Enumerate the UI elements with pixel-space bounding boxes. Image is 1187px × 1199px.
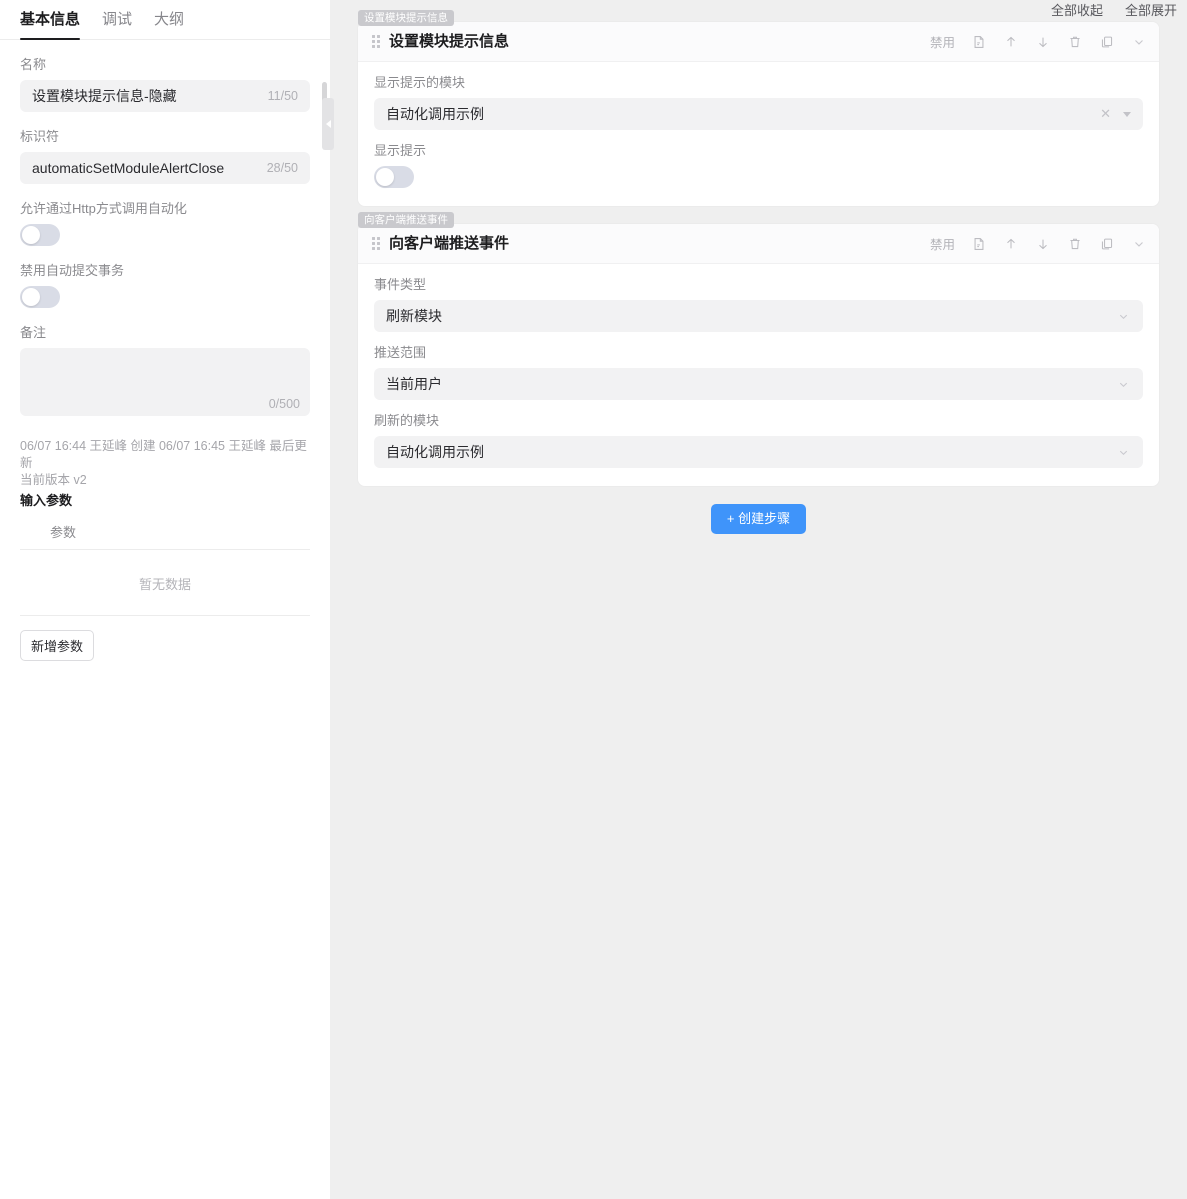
allow-http-toggle[interactable] xyxy=(20,224,60,246)
allow-http-label: 允许通过Http方式调用自动化 xyxy=(20,200,310,218)
refresh-module-select[interactable]: 自动化调用示例 xyxy=(374,436,1143,468)
sidebar-form: 名称 设置模块提示信息-隐藏 11/50 标识符 automaticSetMod… xyxy=(0,56,330,661)
alert-module-value: 自动化调用示例 xyxy=(386,104,1100,124)
field-alert-module: 显示提示的模块 自动化调用示例 ✕ xyxy=(374,74,1143,130)
field-refresh-module: 刷新的模块 自动化调用示例 xyxy=(374,412,1143,468)
input-params-title: 输入参数 xyxy=(20,492,310,510)
disable-auto-commit-label: 禁用自动提交事务 xyxy=(20,262,310,280)
copy-icon[interactable] xyxy=(1099,34,1115,50)
expand-all-button[interactable]: 全部展开 xyxy=(1125,2,1177,20)
step-header: 设置模块提示信息 禁用 xyxy=(358,22,1159,62)
show-alert-label: 显示提示 xyxy=(374,142,1143,160)
arrow-up-icon[interactable] xyxy=(1003,236,1019,252)
arrow-down-icon[interactable] xyxy=(1035,34,1051,50)
push-scope-select[interactable]: 当前用户 xyxy=(374,368,1143,400)
steps-list: 设置模块提示信息 设置模块提示信息 禁用 xyxy=(330,22,1187,534)
param-empty-text: 暂无数据 xyxy=(20,550,310,616)
field-push-scope: 推送范围 当前用户 xyxy=(374,344,1143,400)
step-toolbar: 禁用 xyxy=(930,234,1147,253)
alert-module-select[interactable]: 自动化调用示例 ✕ xyxy=(374,98,1143,130)
alert-module-label: 显示提示的模块 xyxy=(374,74,1143,92)
toggle-knob xyxy=(22,226,40,244)
chevron-left-icon xyxy=(326,120,331,128)
identifier-input-value: automaticSetModuleAlertClose xyxy=(32,160,267,176)
event-type-label: 事件类型 xyxy=(374,276,1143,294)
name-counter: 11/50 xyxy=(268,89,298,103)
step-card-1: 设置模块提示信息 设置模块提示信息 禁用 xyxy=(358,22,1159,206)
record-meta: 06/07 16:44 王延峰 创建 06/07 16:45 王延峰 最后更新 … xyxy=(20,438,310,489)
main-toolbar: 全部收起 全部展开 xyxy=(330,0,1187,22)
collapse-all-button[interactable]: 全部收起 xyxy=(1051,2,1103,20)
tab-debug[interactable]: 调试 xyxy=(102,10,132,39)
field-show-alert: 显示提示 xyxy=(374,142,1143,188)
trash-icon[interactable] xyxy=(1067,34,1083,50)
refresh-module-value: 自动化调用示例 xyxy=(386,442,1115,462)
caret-down-icon xyxy=(1123,112,1131,117)
name-input-value: 设置模块提示信息-隐藏 xyxy=(32,86,268,106)
name-label: 名称 xyxy=(20,56,310,74)
chevron-down-icon[interactable] xyxy=(1131,236,1147,252)
disable-auto-commit-toggle[interactable] xyxy=(20,286,60,308)
step-toolbar: 禁用 xyxy=(930,32,1147,51)
remark-textarea[interactable]: 0/500 xyxy=(20,348,310,416)
step-body: 显示提示的模块 自动化调用示例 ✕ 显示提示 xyxy=(358,62,1159,206)
close-icon[interactable]: ✕ xyxy=(1100,106,1111,122)
drag-handle-icon[interactable] xyxy=(372,35,380,49)
chevron-down-icon[interactable] xyxy=(1131,34,1147,50)
copy-icon[interactable] xyxy=(1099,236,1115,252)
trash-icon[interactable] xyxy=(1067,236,1083,252)
chevron-down-icon xyxy=(1115,376,1131,392)
arrow-up-icon[interactable] xyxy=(1003,34,1019,50)
identifier-input[interactable]: automaticSetModuleAlertClose 28/50 xyxy=(20,152,310,184)
note-icon[interactable] xyxy=(971,236,987,252)
input-params-table: 参数 暂无数据 xyxy=(20,516,310,616)
create-step-button[interactable]: + 创建步骤 xyxy=(711,504,806,534)
tab-outline[interactable]: 大纲 xyxy=(154,10,184,39)
step-card-2: 向客户端推送事件 向客户端推送事件 禁用 xyxy=(358,224,1159,486)
name-input[interactable]: 设置模块提示信息-隐藏 11/50 xyxy=(20,80,310,112)
field-identifier: 标识符 automaticSetModuleAlertClose 28/50 xyxy=(20,128,310,184)
arrow-down-icon[interactable] xyxy=(1035,236,1051,252)
field-allow-http: 允许通过Http方式调用自动化 xyxy=(20,200,310,246)
step-title: 向客户端推送事件 xyxy=(389,234,930,254)
step-tag: 向客户端推送事件 xyxy=(358,212,454,228)
field-name: 名称 设置模块提示信息-隐藏 11/50 xyxy=(20,56,310,112)
main-panel: 全部收起 全部展开 设置模块提示信息 设置模块提示信息 禁用 xyxy=(330,0,1187,1199)
left-sidebar: 基本信息 调试 大纲 名称 设置模块提示信息-隐藏 11/50 标识符 auto… xyxy=(0,0,330,1199)
tab-basic-info[interactable]: 基本信息 xyxy=(20,10,80,39)
identifier-label: 标识符 xyxy=(20,128,310,146)
step-body: 事件类型 刷新模块 推送范围 xyxy=(358,264,1159,486)
toggle-knob xyxy=(376,168,394,186)
toggle-knob xyxy=(22,288,40,306)
field-remark: 备注 0/500 xyxy=(20,324,310,416)
disable-step-button[interactable]: 禁用 xyxy=(930,234,955,253)
sidebar-collapse-handle[interactable] xyxy=(322,98,334,150)
sidebar-tabs: 基本信息 调试 大纲 xyxy=(0,0,330,40)
push-scope-label: 推送范围 xyxy=(374,344,1143,362)
step-title: 设置模块提示信息 xyxy=(389,32,930,52)
disable-step-button[interactable]: 禁用 xyxy=(930,32,955,51)
event-type-select[interactable]: 刷新模块 xyxy=(374,300,1143,332)
remark-label: 备注 xyxy=(20,324,310,342)
step-header: 向客户端推送事件 禁用 xyxy=(358,224,1159,264)
field-event-type: 事件类型 刷新模块 xyxy=(374,276,1143,332)
refresh-module-label: 刷新的模块 xyxy=(374,412,1143,430)
add-param-button[interactable]: 新增参数 xyxy=(20,630,94,661)
app-root: 基本信息 调试 大纲 名称 设置模块提示信息-隐藏 11/50 标识符 auto… xyxy=(0,0,1187,1199)
chevron-down-icon xyxy=(1115,308,1131,324)
event-type-value: 刷新模块 xyxy=(386,306,1115,326)
remark-counter: 0/500 xyxy=(269,397,300,411)
identifier-counter: 28/50 xyxy=(267,161,298,175)
show-alert-toggle[interactable] xyxy=(374,166,414,188)
push-scope-value: 当前用户 xyxy=(386,374,1115,394)
note-icon[interactable] xyxy=(971,34,987,50)
drag-handle-icon[interactable] xyxy=(372,237,380,251)
step-tag: 设置模块提示信息 xyxy=(358,10,454,26)
create-step-row: + 创建步骤 xyxy=(358,504,1159,534)
chevron-down-icon xyxy=(1115,444,1131,460)
param-column-header: 参数 xyxy=(20,516,310,550)
field-disable-auto-commit: 禁用自动提交事务 xyxy=(20,262,310,308)
meta-history: 06/07 16:44 王延峰 创建 06/07 16:45 王延峰 最后更新 xyxy=(20,439,307,470)
meta-version: 当前版本 v2 xyxy=(20,472,310,489)
